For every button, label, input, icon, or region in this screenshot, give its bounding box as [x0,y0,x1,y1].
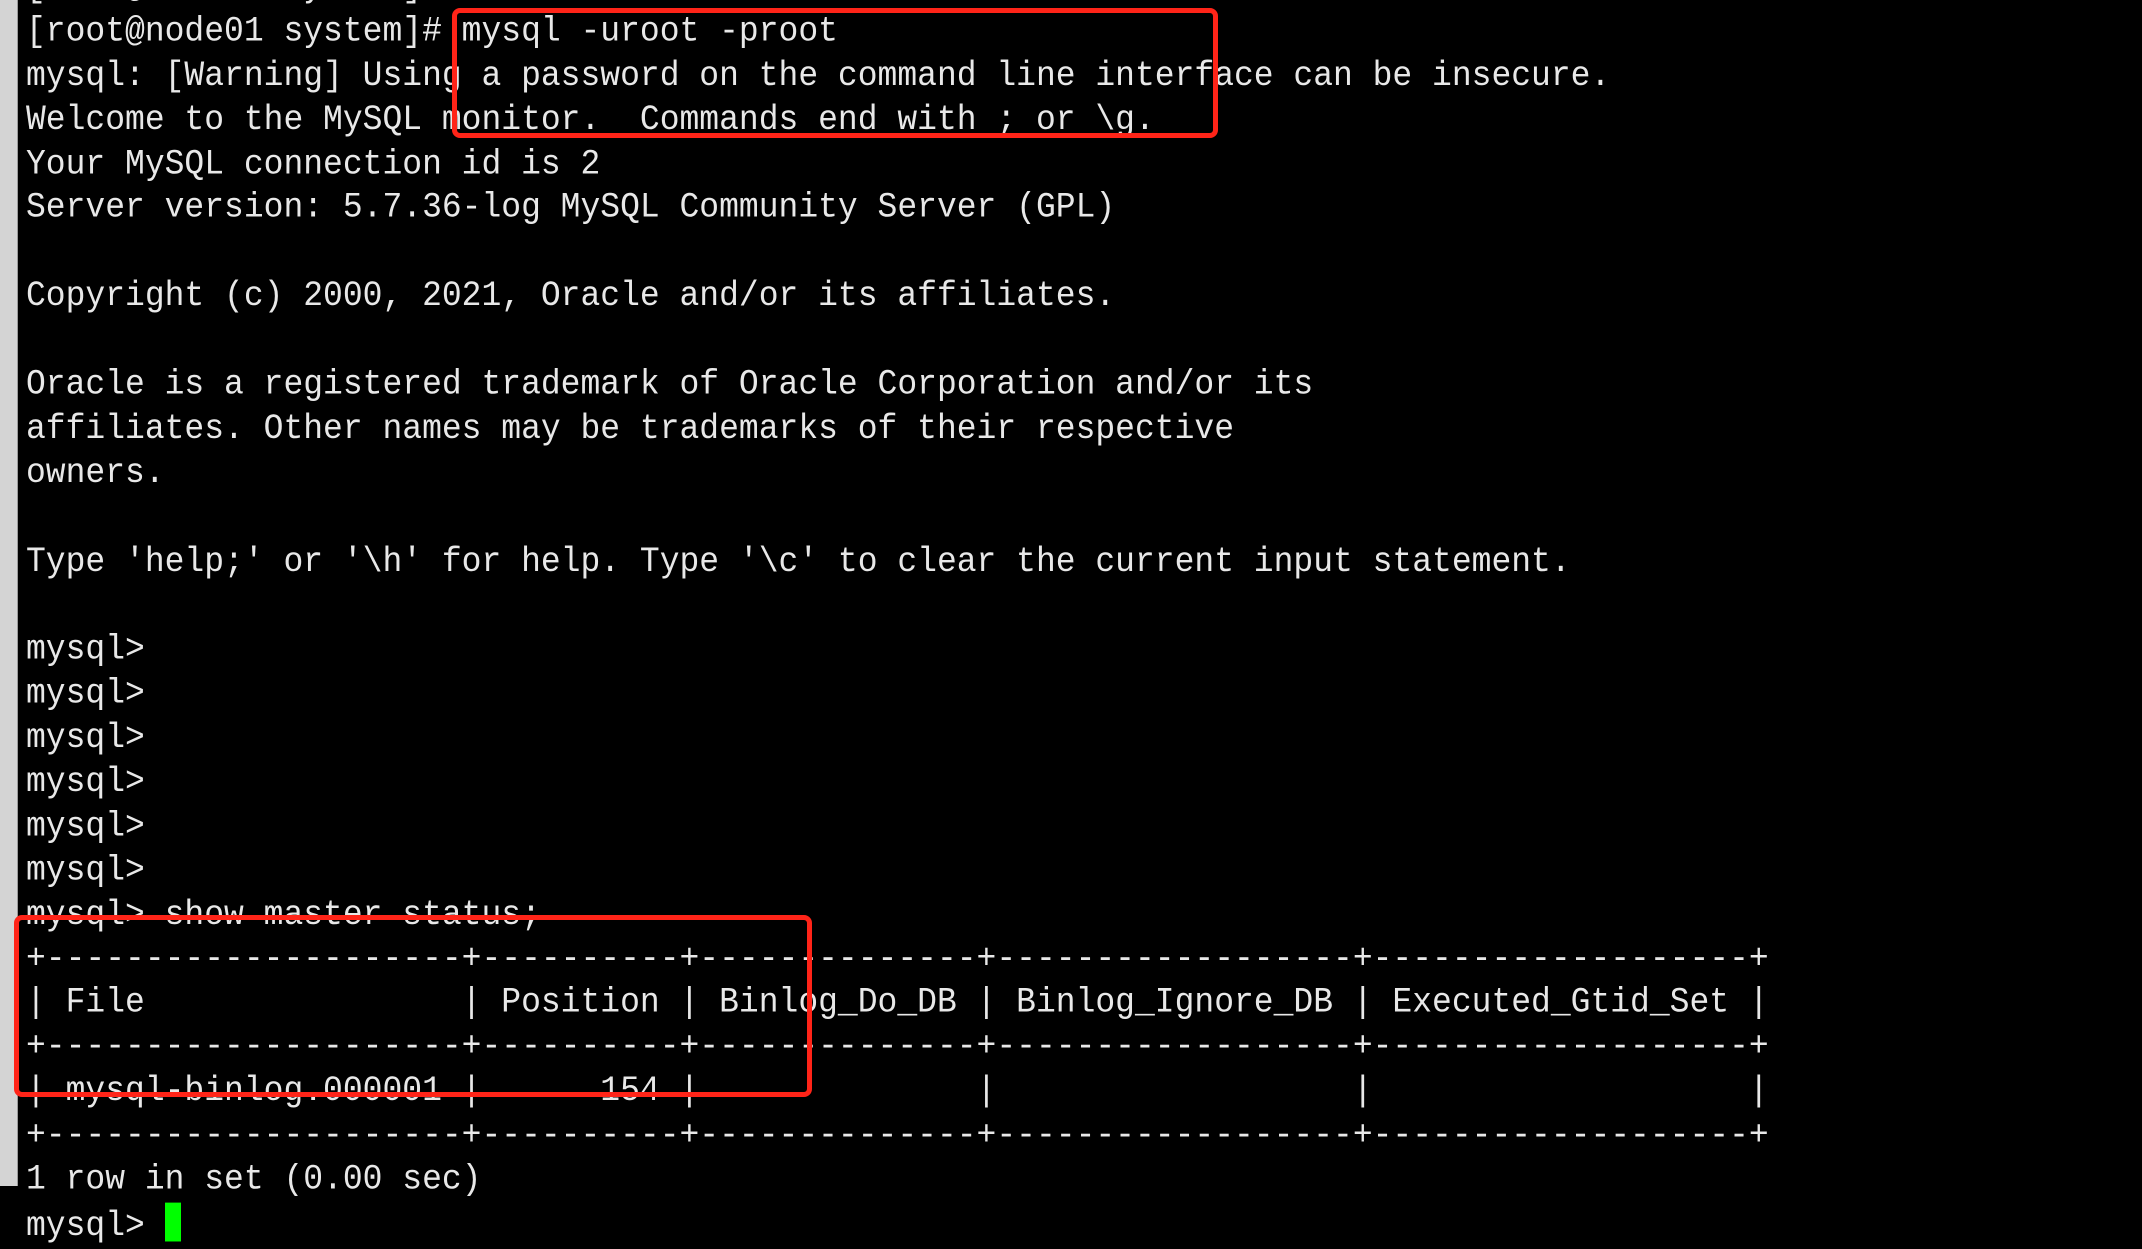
mysql-prompt: mysql> [26,1205,165,1246]
window-scrollbar[interactable] [0,0,18,1186]
terminal-output[interactable]: [root@node01 system]#[root@node01 system… [26,0,1769,1247]
terminal-line: mysql> [26,629,145,670]
terminal-line: mysql> [26,806,145,847]
terminal-line: [root@node01 system]# [26,0,1769,10]
terminal-line: affiliates. Other names may be trademark… [26,408,1234,449]
terminal-line: mysql> [26,850,145,891]
terminal-line: mysql> [26,673,145,714]
terminal-line: [root@node01 system]# mysql -uroot -proo… [26,11,838,52]
terminal-line: Oracle is a registered trademark of Orac… [26,364,1314,405]
terminal-line: +---------------------+----------+------… [26,938,1769,979]
terminal-line: owners. [26,452,165,493]
terminal-line: 1 row in set (0.00 sec) [26,1159,482,1200]
terminal-line: +---------------------+----------+------… [26,1026,1769,1067]
terminal-line: Server version: 5.7.36-log MySQL Communi… [26,187,1116,228]
terminal-prompt-line[interactable]: mysql> [26,1202,1769,1247]
terminal-line: Type 'help;' or '\h' for help. Type '\c'… [26,541,1571,582]
terminal-line: | mysql-binlog.000001 | 154 | | | | [26,1071,1769,1112]
terminal-line: +---------------------+----------+------… [26,1115,1769,1156]
terminal-line: mysql> show master status; [26,894,541,935]
terminal-line: Your MySQL connection id is 2 [26,143,601,184]
terminal-line: mysql: [Warning] Using a password on the… [26,55,1611,96]
text-cursor [164,1202,181,1242]
terminal-line: Welcome to the MySQL monitor. Commands e… [26,99,1155,140]
terminal-line: mysql> [26,717,145,758]
terminal-line: | File | Position | Binlog_Do_DB | Binlo… [26,982,1769,1023]
terminal-line: Copyright (c) 2000, 2021, Oracle and/or … [26,276,1116,317]
terminal-line: mysql> [26,761,145,802]
